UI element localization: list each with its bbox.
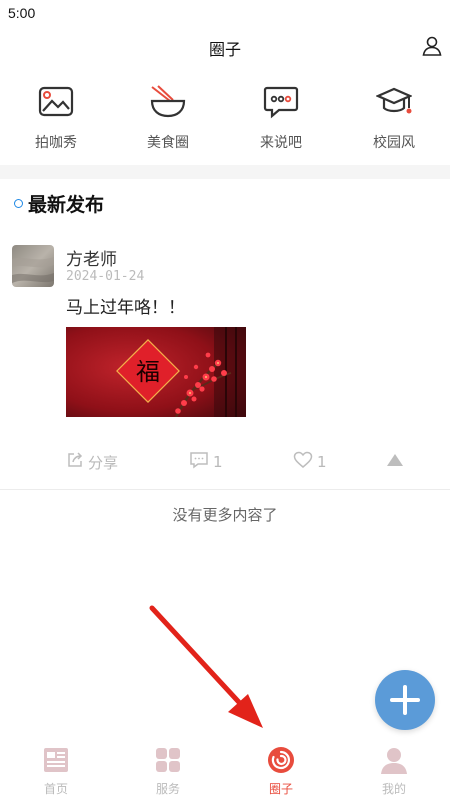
post-text: 马上过年咯！！ bbox=[66, 298, 185, 318]
section-gap bbox=[0, 165, 450, 179]
category-row: 拍咖秀 美食圈 来说吧 校园风 bbox=[0, 80, 450, 160]
photo-icon bbox=[38, 84, 74, 120]
chat-bubble-icon bbox=[263, 84, 299, 120]
bottom-tab-bar: 首页 服务 圈子 我的 bbox=[0, 742, 450, 800]
food-bowl-icon bbox=[150, 84, 186, 120]
tab-circle[interactable]: 圈子 bbox=[225, 742, 337, 800]
add-post-button[interactable] bbox=[375, 670, 435, 730]
tab-services[interactable]: 服务 bbox=[112, 742, 224, 800]
title-bar: 圈子 bbox=[0, 28, 450, 68]
share-icon bbox=[66, 451, 84, 473]
person-icon bbox=[380, 746, 408, 774]
page-title: 圈子 bbox=[208, 40, 241, 59]
user-icon[interactable] bbox=[420, 34, 444, 58]
news-icon bbox=[42, 746, 70, 774]
status-time: 5:00 bbox=[8, 5, 36, 21]
category-label: 校园风 bbox=[373, 135, 415, 151]
section-header: 最新发布 bbox=[0, 185, 450, 221]
feed-end-text: 没有更多内容了 bbox=[172, 506, 278, 524]
status-bar: 5:00 bbox=[0, 0, 450, 28]
circle-swirl-icon bbox=[267, 746, 295, 774]
comment-button[interactable]: 1 bbox=[189, 450, 223, 474]
triangle-icon bbox=[386, 451, 404, 473]
category-label: 拍咖秀 bbox=[35, 135, 77, 151]
category-photo[interactable]: 拍咖秀 bbox=[0, 80, 112, 160]
post-card[interactable]: 方老师 2024-01-24 马上过年咯！！ 福 分享 1 1 bbox=[0, 235, 450, 490]
post-author: 方老师 bbox=[66, 250, 117, 270]
tab-label: 首页 bbox=[43, 782, 68, 796]
post-date: 2024-01-24 bbox=[66, 269, 145, 284]
comment-count: 1 bbox=[213, 453, 223, 471]
category-label: 来说吧 bbox=[260, 135, 302, 151]
like-button[interactable]: 1 bbox=[293, 450, 327, 474]
avatar[interactable] bbox=[12, 245, 54, 287]
feed-divider bbox=[0, 489, 450, 490]
more-options-button[interactable] bbox=[386, 450, 404, 474]
annotation-arrow-icon bbox=[140, 600, 270, 730]
share-label: 分享 bbox=[88, 453, 119, 472]
section-title: 最新发布 bbox=[28, 194, 105, 216]
post-image[interactable]: 福 bbox=[66, 327, 246, 417]
category-label: 美食圈 bbox=[147, 135, 189, 151]
category-campus[interactable]: 校园风 bbox=[338, 80, 450, 160]
graduation-cap-icon bbox=[375, 84, 413, 120]
tab-home[interactable]: 首页 bbox=[0, 742, 112, 800]
post-actions: 分享 1 1 bbox=[0, 450, 450, 474]
tab-label: 圈子 bbox=[268, 782, 293, 796]
heart-icon bbox=[293, 451, 313, 473]
like-count: 1 bbox=[317, 453, 327, 471]
tab-label: 服务 bbox=[155, 782, 180, 796]
tab-mine[interactable]: 我的 bbox=[338, 742, 450, 800]
category-food[interactable]: 美食圈 bbox=[112, 80, 224, 160]
image-fu-character: 福 bbox=[136, 358, 160, 386]
share-button[interactable]: 分享 bbox=[66, 450, 118, 474]
grid-icon bbox=[154, 746, 182, 774]
plus-icon bbox=[390, 685, 420, 715]
tab-label: 我的 bbox=[381, 782, 406, 796]
section-dot-icon bbox=[14, 199, 23, 208]
category-chat[interactable]: 来说吧 bbox=[225, 80, 337, 160]
comment-icon bbox=[189, 451, 209, 473]
